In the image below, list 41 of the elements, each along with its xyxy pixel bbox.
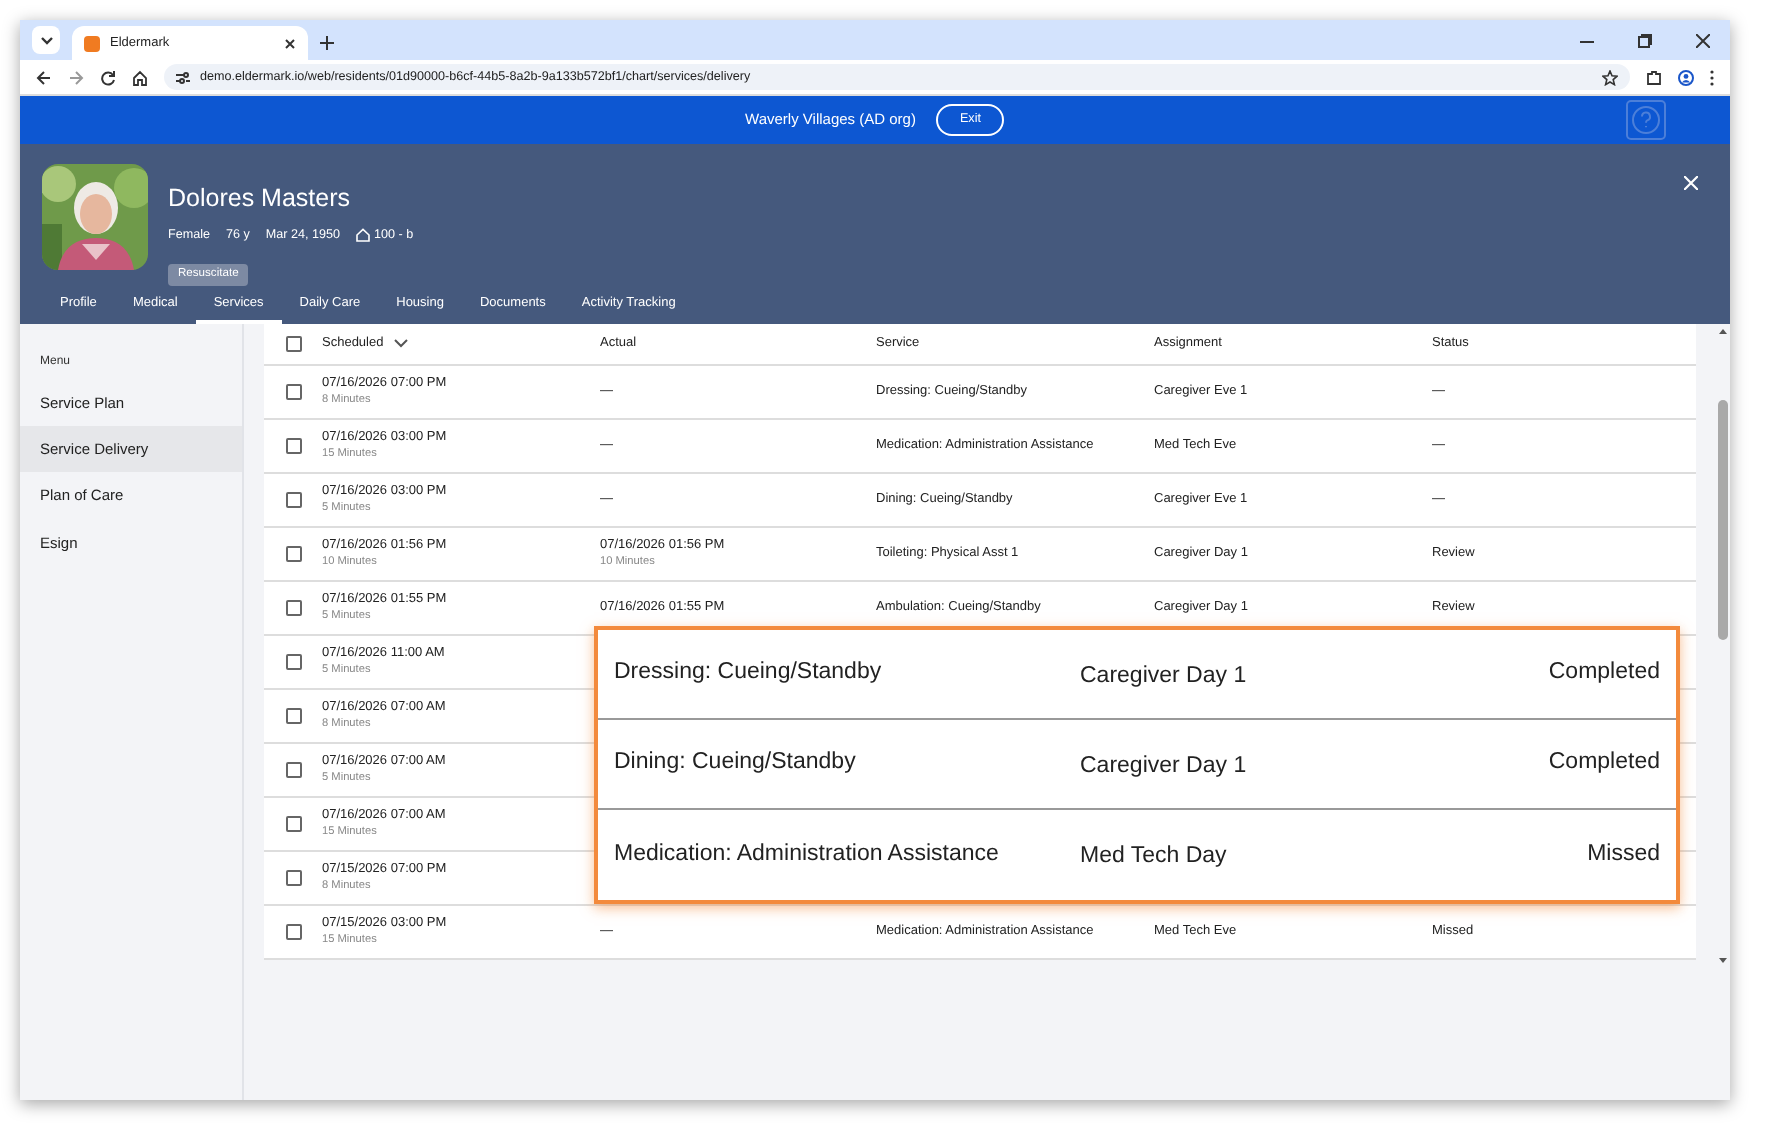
- close-icon[interactable]: [284, 37, 296, 49]
- reload-icon[interactable]: [100, 69, 116, 85]
- new-tab-icon[interactable]: [320, 36, 334, 50]
- service-name: Dining: Cueing/Standby: [614, 748, 858, 779]
- assignment-name: Med Tech Day: [1080, 844, 1227, 869]
- status-text: Missed: [1587, 839, 1660, 870]
- row-checkbox[interactable]: [285, 923, 301, 940]
- favicon-icon: [84, 35, 100, 51]
- resident-name: Dolores Masters: [168, 182, 352, 216]
- row-checkbox[interactable]: [285, 869, 301, 886]
- assignment-name: Caregiver Day 1: [1080, 753, 1247, 778]
- scroll-down-icon[interactable]: [1716, 955, 1730, 966]
- back-icon[interactable]: [36, 69, 52, 85]
- tab-list-button[interactable]: [32, 26, 60, 54]
- status-text: Completed: [1548, 748, 1660, 779]
- row-checkbox[interactable]: [285, 437, 301, 454]
- assignment-name: Caregiver Day 1: [1080, 663, 1247, 688]
- service-name: Medication: Administration Assistance: [614, 839, 1001, 870]
- row-checkbox[interactable]: [285, 383, 301, 400]
- extensions-icon[interactable]: [1646, 69, 1662, 85]
- row-checkbox[interactable]: [285, 653, 301, 670]
- select-all-checkbox[interactable]: [285, 335, 301, 352]
- home-icon[interactable]: [132, 69, 148, 85]
- row-checkbox[interactable]: [285, 815, 301, 832]
- site-settings-icon[interactable]: [176, 71, 190, 83]
- profile-icon[interactable]: [1678, 69, 1694, 85]
- close-icon[interactable]: [1696, 33, 1710, 47]
- row-checkbox[interactable]: [285, 545, 301, 562]
- row-checkbox[interactable]: [285, 491, 301, 508]
- caret-icon: [393, 338, 408, 349]
- restore-icon[interactable]: [1638, 33, 1652, 47]
- forward-icon[interactable]: [68, 69, 84, 85]
- row-checkbox[interactable]: [285, 599, 301, 616]
- row-checkbox[interactable]: [285, 761, 301, 778]
- bookmark-star-icon[interactable]: [1602, 69, 1618, 85]
- caret-icon: [39, 35, 53, 45]
- status-text: Completed: [1548, 658, 1660, 689]
- scrollbar-thumb[interactable]: [1718, 399, 1728, 640]
- home-icon: [356, 227, 371, 242]
- row-checkbox[interactable]: [285, 707, 301, 724]
- service-name: Dressing: Cueing/Standby: [614, 658, 884, 689]
